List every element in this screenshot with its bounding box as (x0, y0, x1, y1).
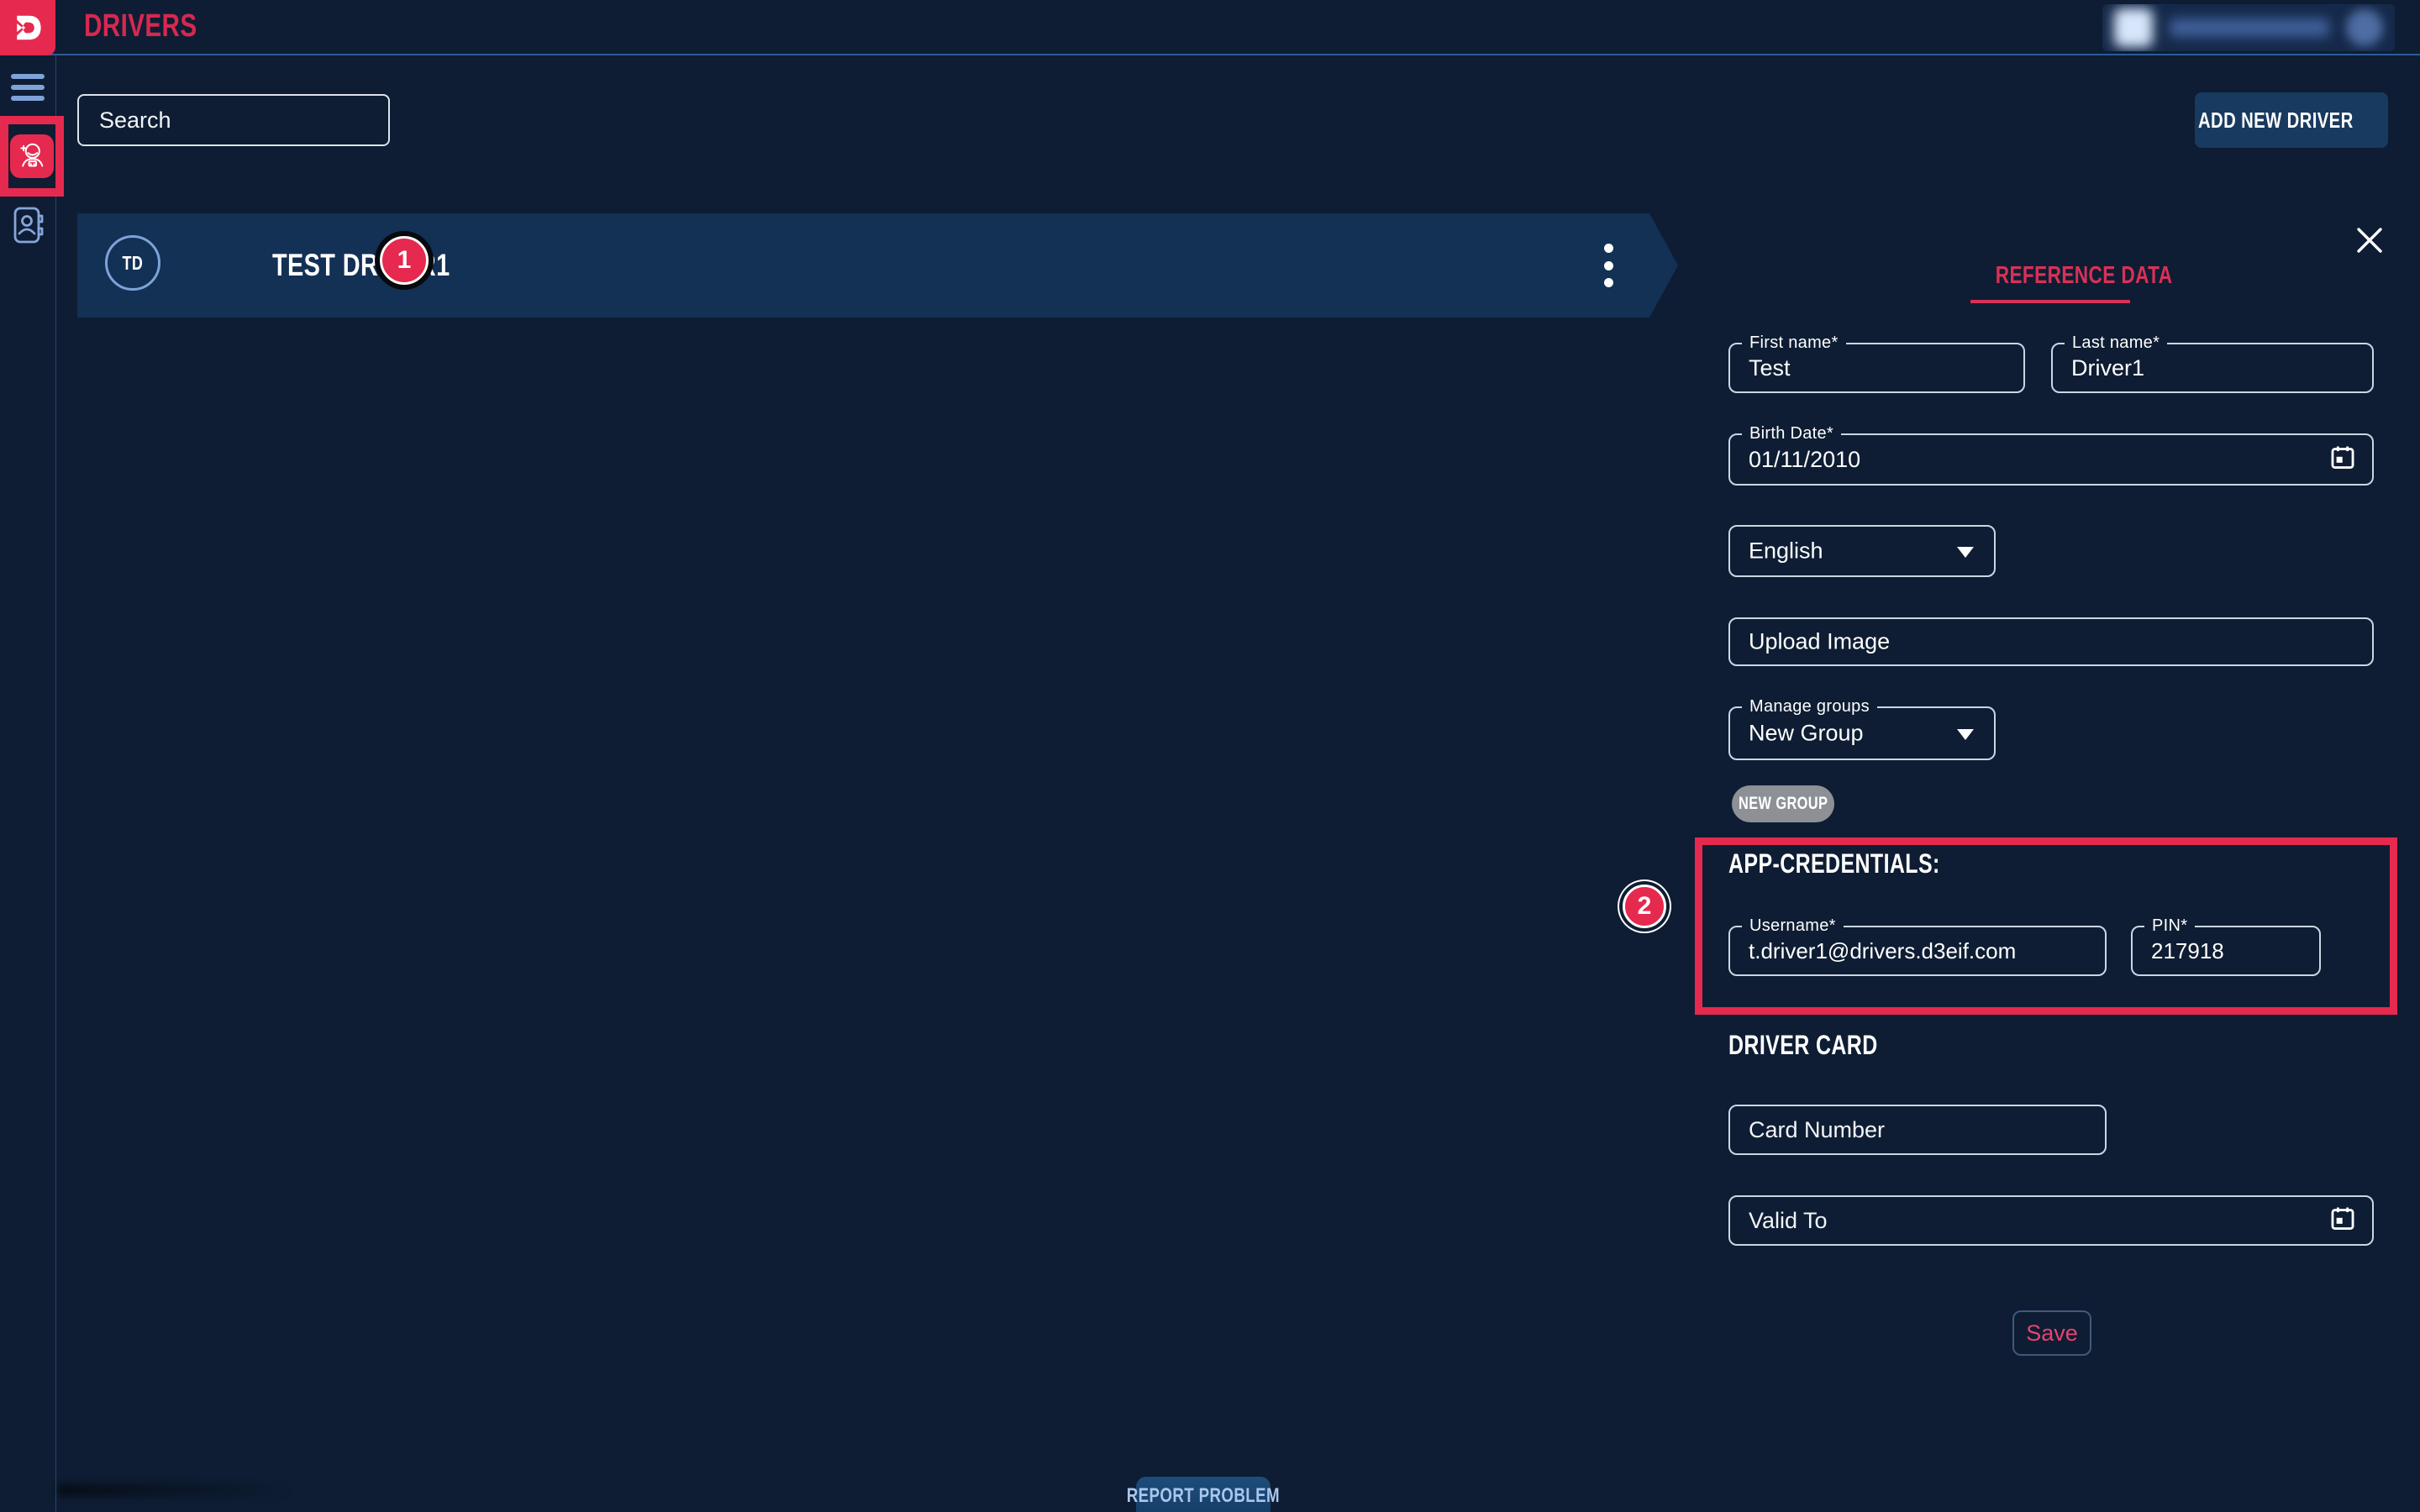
user-account-area[interactable] (2102, 4, 2395, 51)
driver-card-heading: DRIVER CARD (1728, 1030, 1920, 1061)
manage-groups-value: New Group (1749, 721, 1864, 747)
search-input[interactable] (77, 94, 390, 146)
contacts-icon (12, 206, 45, 244)
report-problem-button[interactable]: REPORT PROBLEM (1136, 1477, 1270, 1512)
driver-icon (15, 139, 49, 173)
add-new-driver-button[interactable]: ADD NEW DRIVER (2195, 92, 2388, 148)
chevron-down-icon (1957, 547, 1974, 558)
app-credentials-heading: APP-CREDENTIALS: (1728, 848, 2000, 879)
manage-groups-label: Manage groups (1742, 697, 1877, 717)
chevron-down-icon (1957, 729, 1974, 740)
add-new-driver-label: ADD NEW DRIVER (2198, 108, 2354, 134)
valid-to-input[interactable] (1730, 1197, 2372, 1244)
drivers-page: DRIVERS (0, 0, 2420, 1512)
avatar[interactable] (2346, 9, 2383, 46)
last-name-field[interactable]: Last name* (2051, 343, 2374, 393)
pin-input[interactable] (2133, 927, 2319, 974)
close-icon (2355, 226, 2384, 255)
first-name-input[interactable] (1730, 344, 2023, 391)
birth-date-field[interactable]: Birth Date* (1728, 433, 2374, 486)
page-title: DRIVERS (84, 8, 229, 45)
calendar-icon[interactable] (2328, 444, 2357, 476)
sidebar (0, 55, 56, 1512)
card-number-input[interactable] (1730, 1106, 2105, 1153)
user-org-icon (2114, 8, 2153, 47)
manage-groups-select[interactable]: Manage groups New Group (1728, 706, 1996, 760)
top-bar: DRIVERS (0, 0, 2420, 55)
language-value: English (1749, 538, 1823, 564)
language-select[interactable]: English (1728, 525, 1996, 577)
valid-to-field[interactable] (1728, 1195, 2374, 1246)
first-name-field[interactable]: First name* (1728, 343, 2025, 393)
annotation-badge-2: 2 (1623, 885, 1666, 928)
close-panel-button[interactable] (2349, 220, 2390, 260)
brand-logo[interactable] (0, 0, 55, 55)
footer-shadow (56, 1483, 334, 1497)
birth-date-input[interactable] (1730, 435, 2372, 484)
menu-icon[interactable] (11, 74, 45, 107)
last-name-input[interactable] (2053, 344, 2372, 391)
sidebar-item-drivers[interactable] (10, 134, 54, 178)
driver-avatar: TD (105, 235, 160, 291)
panel-title: REFERENCE DATA (1970, 262, 2130, 303)
row-menu-kebab-icon[interactable] (1600, 244, 1617, 287)
save-button[interactable]: Save (2012, 1310, 2091, 1356)
pin-field[interactable]: PIN* (2131, 926, 2321, 976)
user-email-redacted (2170, 18, 2329, 37)
driver-list-row[interactable]: TD TEST DRIVER1 1 (77, 213, 1678, 318)
annotation-badge-1: 1 (380, 236, 429, 285)
username-input[interactable] (1730, 927, 2105, 974)
calendar-icon[interactable] (2328, 1205, 2357, 1237)
sidebar-item-contacts[interactable] (12, 205, 45, 245)
driver-initials: TD (123, 252, 144, 275)
upload-image-button[interactable]: Upload Image (1728, 617, 2374, 666)
new-group-chip[interactable]: NEW GROUP (1732, 785, 1834, 822)
card-number-field[interactable] (1728, 1105, 2107, 1155)
brand-logo-icon (9, 9, 46, 46)
username-field[interactable]: Username* (1728, 926, 2107, 976)
upload-image-label: Upload Image (1749, 629, 1890, 655)
